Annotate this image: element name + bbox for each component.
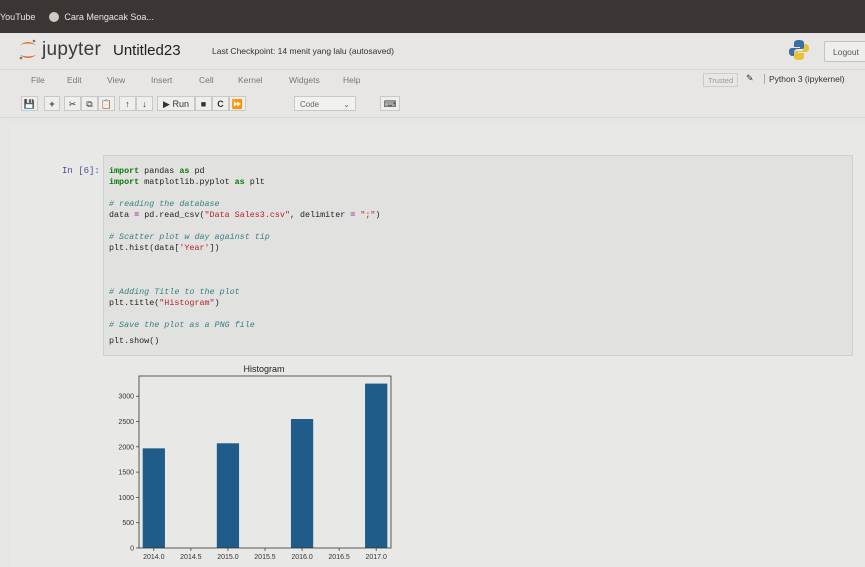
y-tick-label: 3000 <box>118 394 134 401</box>
menu-bar: File Edit View Insert Cell Kernel Widget… <box>0 69 865 92</box>
jupyter-logo-icon <box>18 39 38 61</box>
histogram-bar <box>142 448 165 548</box>
globe-icon <box>49 11 60 22</box>
histogram-bar <box>290 419 314 548</box>
chart-title: Histogram <box>243 364 284 374</box>
bookmark-cara-mengacak[interactable]: Cara Mengacak Soa... <box>49 11 154 22</box>
y-tick-label: 500 <box>122 520 134 527</box>
code-comment: # Save the plot as a PNG file <box>109 320 255 330</box>
jupyter-logo[interactable]: jupyter <box>18 39 101 61</box>
y-tick-label: 1500 <box>118 470 134 477</box>
edit-pencil-icon[interactable]: ✎ <box>746 73 754 84</box>
x-tick-label: 2016.5 <box>328 554 350 561</box>
code-cell-editor[interactable]: import pandas as pd import matplotlib.py… <box>103 155 853 355</box>
histogram-chart: Histogram 0 500 1000 1500 2000 2500 3000 2014.… <box>118 364 392 561</box>
cell-type-value: Code <box>300 100 320 109</box>
copy-icon[interactable]: ⧉ <box>81 96 98 111</box>
paste-icon[interactable]: 📋 <box>98 96 115 111</box>
restart-icon[interactable]: C <box>212 96 229 111</box>
bookmarks-bar: YouTube Cara Mengacak Soa... <box>0 0 865 33</box>
code-line: import pandas as pd <box>109 166 205 176</box>
x-tick-label: 2014.5 <box>180 554 202 561</box>
save-icon[interactable]: 💾 <box>21 96 38 111</box>
jupyter-logo-text: jupyter <box>42 39 102 60</box>
x-tick-label: 2015.5 <box>254 554 276 561</box>
cell-prompt: In [6]: <box>62 166 100 176</box>
run-label: Run <box>172 99 189 109</box>
code-comment: # Adding Title to the plot <box>109 287 240 297</box>
code-line: import matplotlib.pyplot as plt <box>109 177 265 187</box>
plot-frame <box>138 375 392 549</box>
x-tick-label: 2015.0 <box>217 554 239 561</box>
x-tick-label: 2017.0 <box>365 554 387 561</box>
menu-kernel[interactable]: Kernel <box>238 75 263 85</box>
bookmark-label: YouTube <box>0 11 36 22</box>
cut-icon[interactable]: ✂ <box>64 96 81 111</box>
move-up-icon[interactable]: ↑ <box>119 96 136 111</box>
code-line: data = pd.read_csv("Data Sales3.csv", de… <box>109 210 381 220</box>
code-cell-editor-end[interactable]: plt.show() <box>103 330 853 356</box>
histogram-bar <box>216 443 240 548</box>
code-line: plt.show() <box>109 336 160 346</box>
menu-cell[interactable]: Cell <box>199 75 214 85</box>
cell-type-select[interactable]: Code ⌄ <box>294 96 356 111</box>
y-tick-label: 0 <box>130 546 134 553</box>
notebook-header: jupyter Untitled23 Last Checkpoint: 14 m… <box>0 33 865 69</box>
menu-insert[interactable]: Insert <box>151 75 172 85</box>
add-cell-icon[interactable]: + <box>44 96 60 111</box>
run-button[interactable]: ▶ Run <box>157 96 195 111</box>
menu-file[interactable]: File <box>31 75 45 85</box>
code-line: plt.title("Histogram") <box>109 298 220 308</box>
x-tick-label: 2016.0 <box>291 554 313 561</box>
toolbar: 💾 + ✂ ⧉ 📋 ↑ ↓ ▶ Run ■ C ⏩ Code ⌄ ⌨ <box>0 91 865 118</box>
y-tick-label: 2000 <box>118 444 134 451</box>
code-line: plt.hist(data['Year']) <box>109 243 220 253</box>
keyboard-icon[interactable]: ⌨ <box>380 96 400 111</box>
notebook-name[interactable]: Untitled23 <box>113 42 181 59</box>
move-down-icon[interactable]: ↓ <box>136 96 153 111</box>
menu-edit[interactable]: Edit <box>67 75 82 85</box>
trusted-badge[interactable]: Trusted <box>703 73 739 87</box>
y-tick-label: 1000 <box>118 495 134 502</box>
menu-help[interactable]: Help <box>343 75 360 85</box>
kernel-indicator[interactable]: Python 3 (ipykernel) <box>764 74 845 84</box>
histogram-bar <box>365 383 388 548</box>
chevron-down-icon: ⌄ <box>343 100 350 109</box>
fast-forward-icon[interactable]: ⏩ <box>229 96 246 111</box>
code-comment: # Scatter plot w day against tip <box>109 232 270 242</box>
y-tick-label: 2500 <box>118 419 134 426</box>
checkpoint-status: Last Checkpoint: 14 menit yang lalu (aut… <box>212 46 394 56</box>
x-tick-label: 2014.0 <box>143 554 165 561</box>
bookmark-youtube[interactable]: YouTube <box>0 12 35 22</box>
menu-widgets[interactable]: Widgets <box>289 75 320 85</box>
menu-view[interactable]: View <box>107 75 125 85</box>
code-comment: # reading the database <box>109 199 220 209</box>
python-logo-icon <box>788 39 810 66</box>
stop-icon[interactable]: ■ <box>195 96 212 111</box>
logout-button[interactable]: Logout <box>824 41 865 62</box>
bookmark-label: Cara Mengacak Soa... <box>64 11 154 22</box>
